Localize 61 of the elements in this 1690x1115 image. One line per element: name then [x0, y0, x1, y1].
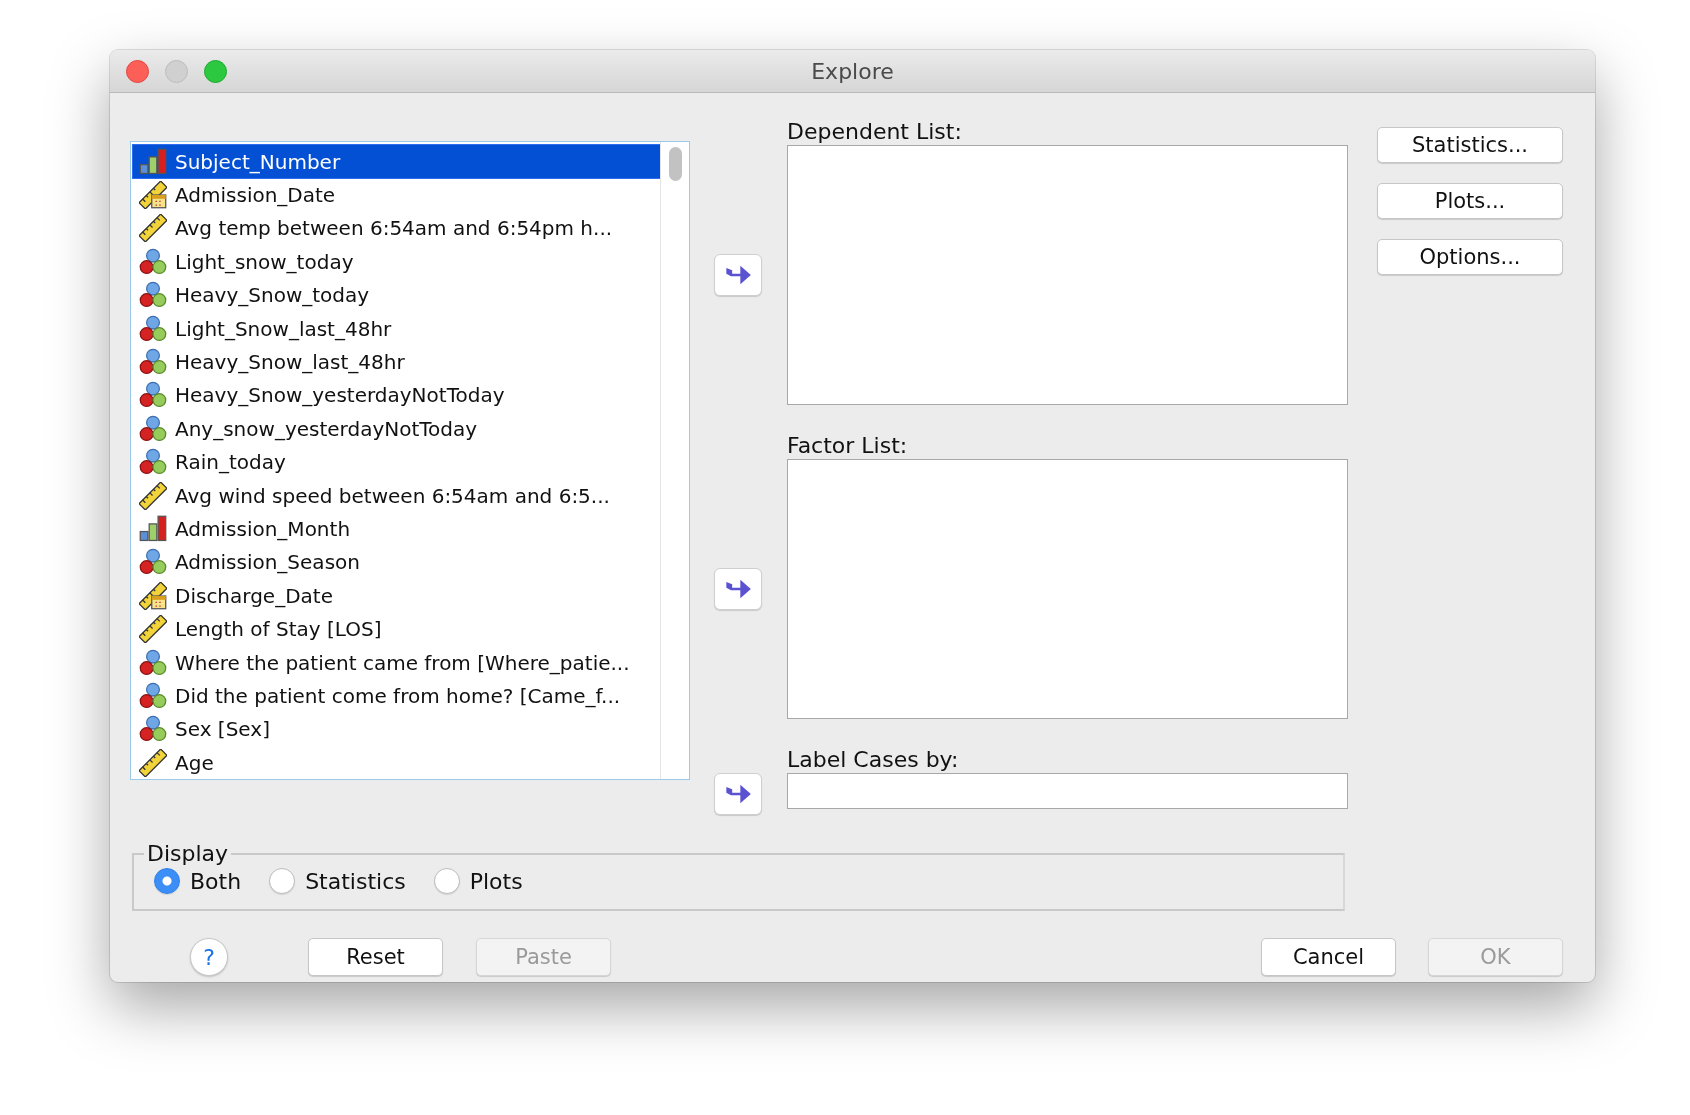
variable-list-item[interactable]: Admission_Date — [133, 178, 660, 212]
right-arrow-icon — [724, 577, 752, 601]
nominal-circles-icon — [139, 648, 167, 677]
variable-list-item[interactable]: Avg temp between 6:54am and 6:54pm h... — [133, 211, 660, 246]
variable-list-item[interactable]: Where the patient came from [Where_patie... — [133, 645, 660, 680]
dialog-button[interactable]: Cancel — [1261, 938, 1396, 976]
group-label: Display — [146, 841, 230, 866]
move-button[interactable] — [714, 773, 762, 815]
nominal-circles-icon — [139, 414, 167, 443]
variable-list-item[interactable]: Admission_Month — [133, 512, 660, 546]
variable-list-item[interactable]: Subject_Number — [133, 145, 660, 179]
ordinal-bars-icon — [139, 147, 167, 176]
variable-list-item[interactable]: Light_snow_today — [133, 245, 660, 279]
input-field[interactable] — [787, 773, 1348, 809]
nominal-circles-icon — [139, 348, 167, 377]
variable-list-item[interactable]: Length of Stay [LOS] — [133, 612, 660, 646]
move-button[interactable] — [714, 254, 762, 296]
variable-list-item[interactable]: Did the patient come from home? [Came_f... — [133, 679, 660, 713]
field-label: Label Cases by: — [787, 747, 960, 773]
variable-list-item[interactable]: Discharge_Date — [133, 579, 660, 613]
scrollbar-thumb[interactable] — [668, 147, 682, 181]
variable-list-item[interactable]: Heavy_Snow_yesterdayNotToday — [133, 378, 660, 413]
dialog-button[interactable]: Options... — [1377, 239, 1563, 275]
radio-button[interactable] — [154, 868, 180, 894]
radio-button[interactable] — [269, 868, 296, 894]
radio-label[interactable]: Both — [190, 868, 242, 894]
move-button[interactable] — [714, 568, 762, 610]
nominal-circles-icon — [139, 715, 167, 744]
close-button[interactable] — [126, 59, 149, 83]
ordinal-bars-icon — [139, 515, 167, 543]
zoom-button[interactable] — [204, 59, 227, 83]
right-arrow-icon — [724, 263, 752, 287]
help-button[interactable]: ? — [190, 938, 228, 976]
radio-label[interactable]: Plots — [469, 868, 523, 894]
nominal-circles-icon — [139, 681, 167, 710]
right-arrow-icon — [724, 782, 752, 806]
field-label: Dependent List: — [787, 119, 963, 145]
variable-list-item[interactable]: Heavy_Snow_today — [133, 278, 660, 312]
dialog-button[interactable]: Reset — [308, 938, 443, 976]
nominal-circles-icon — [139, 448, 167, 477]
nominal-circles-icon — [139, 314, 167, 343]
nominal-circles-icon — [139, 247, 167, 276]
nominal-circles-icon — [139, 381, 167, 410]
variable-list-item[interactable]: Admission_Season — [133, 545, 660, 580]
radio-label[interactable]: Statistics — [305, 868, 406, 894]
variable-list-item[interactable]: Light_Snow_last_48hr — [133, 311, 660, 346]
field-label: Factor List: — [787, 433, 909, 459]
dialog-button[interactable]: Statistics... — [1377, 127, 1563, 163]
radio-button[interactable] — [433, 868, 460, 894]
dialog-button[interactable]: Plots... — [1377, 183, 1563, 219]
window-title: Explore — [811, 58, 894, 84]
variable-list-item[interactable]: Avg wind speed between 6:54am and 6:5... — [133, 478, 660, 513]
variable-list-item[interactable]: Any_snow_yesterdayNotToday — [133, 412, 660, 446]
nominal-circles-icon — [139, 281, 167, 310]
ruler-calendar-icon — [139, 181, 167, 210]
nominal-circles-icon — [139, 548, 167, 577]
variable-list-item[interactable]: Rain_today — [133, 445, 660, 479]
variable-list-item[interactable]: Sex [Sex] — [133, 712, 660, 747]
variable-list-item[interactable]: Heavy_Snow_last_48hr — [133, 345, 660, 379]
minimize-button[interactable] — [165, 59, 188, 83]
variable-list-item[interactable]: Age — [133, 746, 660, 780]
